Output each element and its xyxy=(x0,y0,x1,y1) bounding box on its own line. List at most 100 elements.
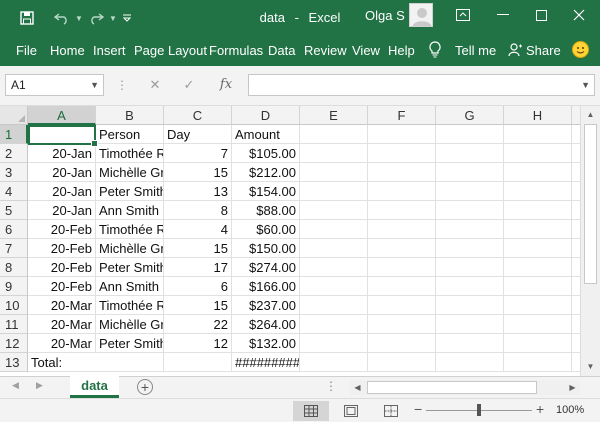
table-cell[interactable] xyxy=(368,334,436,353)
row-header[interactable]: 4 xyxy=(0,182,28,201)
table-cell[interactable] xyxy=(300,182,368,201)
select-all-button[interactable] xyxy=(0,106,28,125)
column-header-partial[interactable] xyxy=(572,106,580,125)
add-sheet-button[interactable]: + xyxy=(137,379,153,395)
tab-splitter-icon[interactable]: ⋮ xyxy=(325,379,337,393)
table-cell[interactable] xyxy=(300,220,368,239)
table-cell[interactable]: 8 xyxy=(164,201,232,220)
row-header[interactable]: 7 xyxy=(0,239,28,258)
table-cell[interactable] xyxy=(572,258,580,277)
table-cell[interactable] xyxy=(572,239,580,258)
next-sheet-icon[interactable]: ▶ xyxy=(36,380,43,391)
table-cell[interactable] xyxy=(504,277,572,296)
table-cell[interactable] xyxy=(504,163,572,182)
horizontal-scroll-thumb[interactable] xyxy=(367,381,537,394)
table-cell[interactable]: 20-Feb xyxy=(28,277,96,296)
customize-quick-access-icon[interactable] xyxy=(118,0,136,36)
table-cell[interactable] xyxy=(504,353,572,372)
table-cell[interactable]: Michèlle Gr xyxy=(96,239,164,258)
table-cell[interactable]: $105.00 xyxy=(232,144,300,163)
user-name[interactable]: Olga S xyxy=(365,8,405,23)
row-header[interactable]: 5 xyxy=(0,201,28,220)
column-header-h[interactable]: H xyxy=(504,106,572,125)
table-cell[interactable] xyxy=(504,239,572,258)
table-cell[interactable]: Ann Smith xyxy=(96,201,164,220)
table-cell[interactable] xyxy=(572,315,580,334)
table-cell[interactable]: Timothée R xyxy=(96,220,164,239)
expand-formula-bar-icon[interactable]: ▼ xyxy=(581,75,590,95)
table-cell[interactable]: 20-Feb xyxy=(28,220,96,239)
table-cell[interactable] xyxy=(572,125,580,144)
table-cell[interactable]: Day xyxy=(164,125,232,144)
table-cell[interactable]: Peter Smith xyxy=(96,182,164,201)
table-cell[interactable]: 22 xyxy=(164,315,232,334)
table-cell[interactable] xyxy=(368,163,436,182)
table-cell[interactable] xyxy=(436,258,504,277)
tab-data[interactable]: Data xyxy=(268,43,295,58)
table-cell[interactable] xyxy=(572,163,580,182)
previous-sheet-icon[interactable]: ◀ xyxy=(12,380,19,391)
formula-input[interactable]: ▼ xyxy=(248,74,595,96)
table-cell[interactable]: 15 xyxy=(164,239,232,258)
table-cell[interactable]: Total: xyxy=(28,353,96,372)
table-cell[interactable]: 7 xyxy=(164,144,232,163)
row-header[interactable]: 11 xyxy=(0,315,28,334)
scroll-right-icon[interactable]: ▶ xyxy=(565,380,580,395)
table-cell[interactable] xyxy=(436,239,504,258)
table-cell[interactable]: $274.00 xyxy=(232,258,300,277)
table-cell[interactable] xyxy=(368,258,436,277)
table-cell[interactable]: 4 xyxy=(164,220,232,239)
table-cell[interactable] xyxy=(368,315,436,334)
lightbulb-icon[interactable] xyxy=(429,41,441,61)
save-icon[interactable] xyxy=(16,0,38,36)
table-cell[interactable]: Peter Smith xyxy=(96,334,164,353)
column-header-g[interactable]: G xyxy=(436,106,504,125)
minimize-icon[interactable] xyxy=(484,0,522,30)
table-cell[interactable] xyxy=(368,277,436,296)
table-cell[interactable] xyxy=(504,182,572,201)
redo-dropdown-icon[interactable]: ▼ xyxy=(108,0,118,36)
user-avatar-icon[interactable] xyxy=(409,3,433,27)
table-cell[interactable] xyxy=(572,182,580,201)
zoom-slider-handle[interactable] xyxy=(477,404,481,416)
cancel-entry-icon[interactable]: ✕ xyxy=(138,74,172,96)
tab-review[interactable]: Review xyxy=(304,43,347,58)
table-cell[interactable]: 6 xyxy=(164,277,232,296)
row-header[interactable]: 2 xyxy=(0,144,28,163)
page-layout-view-icon[interactable] xyxy=(333,401,369,421)
table-cell[interactable]: $154.00 xyxy=(232,182,300,201)
table-cell[interactable] xyxy=(368,201,436,220)
table-cell[interactable]: $150.00 xyxy=(232,239,300,258)
table-cell[interactable] xyxy=(436,353,504,372)
table-cell[interactable] xyxy=(504,334,572,353)
scroll-left-icon[interactable]: ◀ xyxy=(350,380,365,395)
table-cell[interactable]: 20-Jan xyxy=(28,201,96,220)
row-header[interactable]: 6 xyxy=(0,220,28,239)
tab-formulas[interactable]: Formulas xyxy=(209,43,263,58)
tab-help[interactable]: Help xyxy=(388,43,415,58)
table-cell[interactable]: 20-Mar xyxy=(28,315,96,334)
undo-icon[interactable] xyxy=(50,0,74,36)
table-cell[interactable]: 13 xyxy=(164,182,232,201)
insert-function-button[interactable]: fx xyxy=(208,74,244,96)
scroll-down-icon[interactable]: ▼ xyxy=(581,358,600,375)
table-cell[interactable] xyxy=(504,125,572,144)
redo-icon[interactable] xyxy=(84,0,108,36)
table-cell[interactable] xyxy=(300,163,368,182)
share-button[interactable]: Share xyxy=(526,43,561,58)
table-cell[interactable] xyxy=(436,334,504,353)
row-header[interactable]: 3 xyxy=(0,163,28,182)
horizontal-scrollbar[interactable]: ◀ ▶ xyxy=(350,380,580,395)
page-break-preview-icon[interactable] xyxy=(373,401,409,421)
table-cell[interactable] xyxy=(300,144,368,163)
table-cell[interactable] xyxy=(368,239,436,258)
table-cell[interactable]: Timothée R xyxy=(96,296,164,315)
confirm-entry-icon[interactable]: ✓ xyxy=(172,74,206,96)
column-header-d[interactable]: D xyxy=(232,106,300,125)
table-cell[interactable] xyxy=(368,144,436,163)
table-cell[interactable] xyxy=(368,182,436,201)
table-cell[interactable] xyxy=(572,296,580,315)
table-cell[interactable] xyxy=(572,220,580,239)
tab-page-layout[interactable]: Page Layout xyxy=(134,43,207,58)
table-cell[interactable]: 20-Feb xyxy=(28,239,96,258)
